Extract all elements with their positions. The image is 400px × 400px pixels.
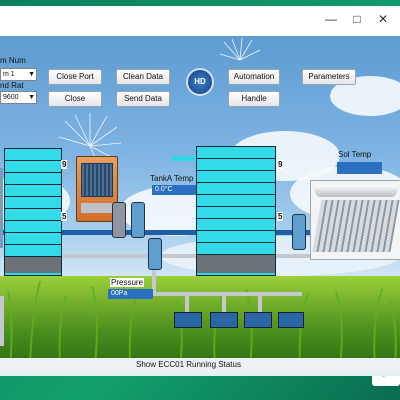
solar-tank <box>315 185 397 197</box>
pipe <box>275 254 315 258</box>
tank-left-marker-top: 9 <box>61 160 68 169</box>
chevron-down-icon: ▼ <box>28 71 35 78</box>
tank-level-segment <box>197 219 275 231</box>
tank-left-marker-mid: 5 <box>61 212 68 221</box>
baud-rate-label: nd Rat <box>0 81 24 90</box>
tank-level-segment <box>5 149 61 161</box>
client-area: m Num m 1 ▼ nd Rat 9600 ▼ Close Port Close… <box>0 36 400 376</box>
pipe <box>60 254 200 258</box>
tank-level-segment <box>197 231 275 243</box>
status-text: Show ECC01 Running Status <box>136 360 241 369</box>
sol-temp-value <box>337 162 382 174</box>
tank-level-segment <box>5 221 61 233</box>
solar-tubes <box>312 200 400 252</box>
status-bar: Show ECC01 Running Status <box>0 358 400 372</box>
tank-right-marker-mid: 5 <box>277 212 284 221</box>
tank-level-segment <box>5 209 61 221</box>
pressure-label: Pressure <box>110 278 145 287</box>
tank-level-segment <box>5 233 61 245</box>
tank-level-segment <box>5 197 61 209</box>
tanka-temp-label: TankA Temp <box>150 174 194 183</box>
tank-bottom <box>197 255 275 273</box>
outlet-box <box>210 312 238 328</box>
pump-grey <box>112 202 126 238</box>
solar-collector <box>310 180 400 260</box>
tanka-temp-value: 0.0°C <box>152 185 197 195</box>
hd-badge-icon: HD <box>186 68 214 96</box>
outlet-box <box>244 312 272 328</box>
tank-level-segment <box>197 183 275 195</box>
chevron-down-icon: ▼ <box>28 94 35 101</box>
tank-level-segment <box>197 195 275 207</box>
unit-base <box>81 203 113 213</box>
tank-level-segment <box>197 147 275 159</box>
tank-level-segment <box>5 185 61 197</box>
sol-temp-label: Sol Temp <box>338 150 372 159</box>
app-window: — □ ✕ m Num m 1 ▼ nd Rat 9600 ▼ Close Po… <box>0 6 400 376</box>
pipe <box>152 292 302 296</box>
pump <box>131 202 145 238</box>
close-port-button[interactable]: Close Port <box>48 69 102 85</box>
tank-level-segment <box>197 243 275 255</box>
pipe <box>0 296 4 346</box>
baud-rate-value: 9600 <box>3 94 19 101</box>
automation-button[interactable]: Automation <box>228 69 280 85</box>
station-num-value: m 1 <box>3 71 15 78</box>
tank-bottom <box>5 257 61 273</box>
dandelion-icon <box>219 38 261 61</box>
outlet-box <box>174 312 202 328</box>
close-icon[interactable]: ✕ <box>374 12 392 26</box>
pipe <box>185 292 189 312</box>
station-num-select[interactable]: m 1 ▼ <box>0 68 37 81</box>
parameters-button[interactable]: Parameters <box>302 69 356 85</box>
clean-data-button[interactable]: Clean Data <box>116 69 170 85</box>
maximize-icon[interactable]: □ <box>348 12 366 26</box>
tank-left <box>4 148 62 276</box>
pipe <box>222 292 226 312</box>
tank-level-segment <box>5 161 61 173</box>
pipe <box>172 156 196 161</box>
tank-level-segment <box>197 159 275 171</box>
tank-level-segment <box>197 207 275 219</box>
baud-rate-select[interactable]: 9600 ▼ <box>0 91 37 104</box>
minimize-icon[interactable]: — <box>322 12 340 26</box>
send-data-button[interactable]: Send Data <box>116 91 170 107</box>
station-num-label: m Num <box>0 56 26 65</box>
tank-level-segment <box>5 245 61 257</box>
pipe <box>258 292 262 312</box>
tank-right <box>196 146 276 276</box>
pump <box>148 238 162 270</box>
tank-level-segment <box>5 173 61 185</box>
side-indicator <box>0 168 3 248</box>
tank-right-marker-top: 9 <box>277 160 284 169</box>
close-button[interactable]: Close <box>48 91 102 107</box>
pressure-value: 00Pa <box>108 289 153 299</box>
pump <box>292 214 306 250</box>
title-bar: — □ ✕ <box>0 6 400 36</box>
fan-grille <box>81 163 113 197</box>
hd-badge-text: HD <box>194 77 206 86</box>
tank-level-segment <box>197 171 275 183</box>
handle-button[interactable]: Handle <box>228 91 280 107</box>
outlet-box <box>278 312 304 328</box>
